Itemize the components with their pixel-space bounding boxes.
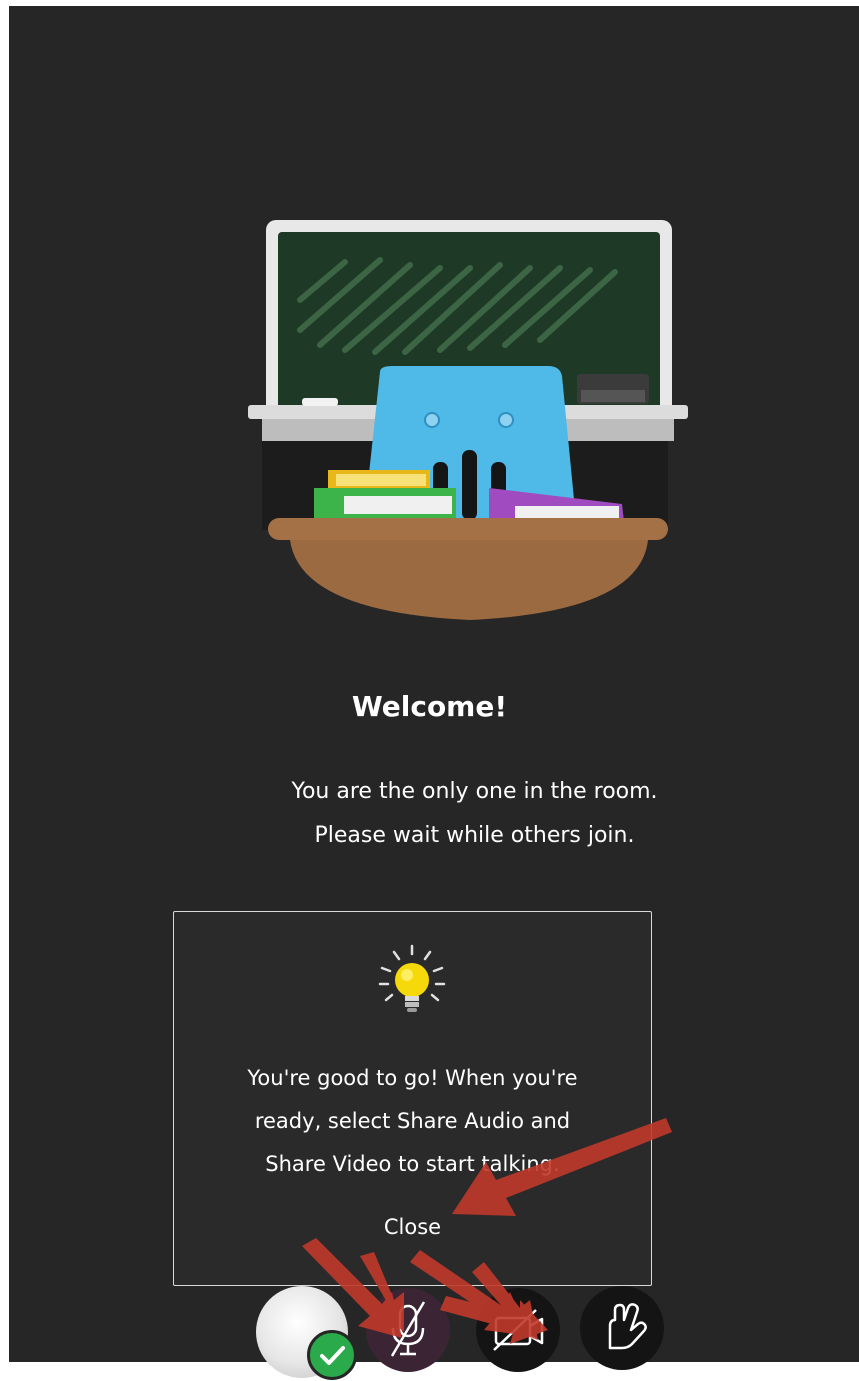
- welcome-message: You are the only one in the room. Please…: [0, 770, 859, 858]
- tip-card: You're good to go! When you're ready, se…: [173, 911, 652, 1286]
- tip-message: You're good to go! When you're ready, se…: [174, 1057, 651, 1186]
- tip-line-1: You're good to go! When you're: [247, 1066, 578, 1090]
- check-icon: [307, 1330, 357, 1380]
- desk-top: [268, 518, 668, 540]
- seat-bolt-left: [424, 412, 440, 428]
- seat-slot-2: [462, 450, 477, 520]
- desk-base: [290, 540, 648, 620]
- tip-line-2: ready, select Share Audio and: [254, 1109, 571, 1133]
- share-audio-button[interactable]: [366, 1288, 450, 1372]
- seat-bolt-right: [498, 412, 514, 428]
- chalk-piece: [302, 398, 338, 406]
- welcome-line-2: Please wait while others join.: [314, 823, 635, 848]
- close-button[interactable]: Close: [174, 1215, 651, 1239]
- share-video-button[interactable]: [476, 1288, 560, 1372]
- tip-line-3: Share Video to start talking.: [265, 1152, 560, 1176]
- lightbulb-icon: [378, 944, 446, 1012]
- welcome-title: Welcome!: [351, 690, 508, 723]
- raise-hand-icon: [608, 1303, 647, 1350]
- raise-hand-button[interactable]: [580, 1286, 664, 1370]
- camera-off-icon: [493, 1309, 544, 1351]
- microphone-off-icon: [390, 1301, 426, 1357]
- welcome-line-1: You are the only one in the room.: [291, 779, 658, 804]
- classroom-illustration: [248, 220, 688, 620]
